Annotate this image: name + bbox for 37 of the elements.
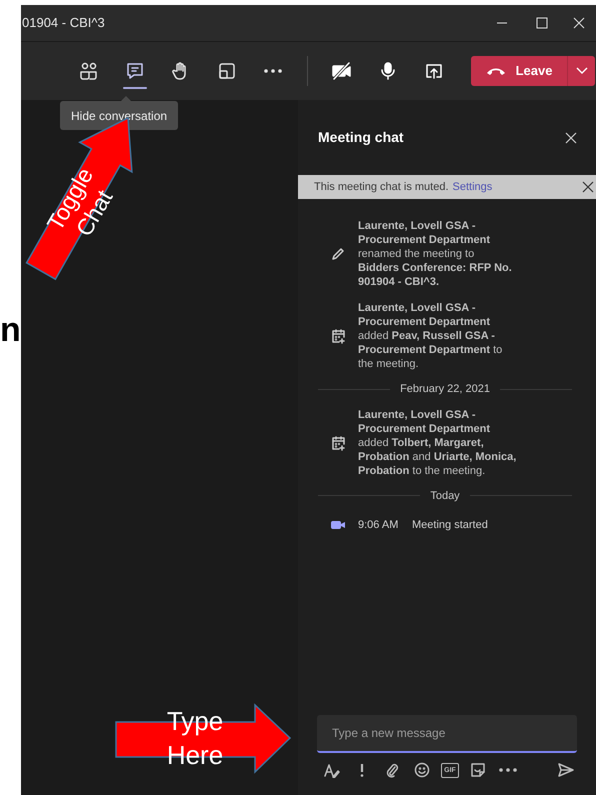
pencil-icon <box>330 246 346 262</box>
layout-icon <box>217 61 237 81</box>
format-icon <box>323 762 341 778</box>
more-icon <box>264 69 282 73</box>
close-banner-button[interactable] <box>582 181 594 193</box>
window-title: 01904 - CBI^3 <box>21 14 106 32</box>
event-message: Laurente, Lovell GSA - Procurement Department added Tolbert, Margaret, Probation and Uriarte, Monica, Probation to the meeting. <box>358 408 518 478</box>
chat-icon <box>125 61 145 81</box>
sticker-icon <box>470 762 486 778</box>
chevron-down-icon <box>576 67 588 75</box>
message-time: 9:06 AM <box>358 518 400 533</box>
calendar-icon <box>330 434 346 450</box>
exclamation-icon <box>359 762 366 778</box>
minimize-icon <box>496 22 508 24</box>
close-chat-button[interactable] <box>565 132 577 144</box>
close-icon <box>573 17 585 29</box>
banner-text: This meeting chat is muted. <box>314 180 449 195</box>
maximize-icon <box>536 17 548 29</box>
smiley-icon <box>414 762 430 778</box>
people-icon <box>79 61 99 81</box>
send-icon <box>556 762 575 778</box>
date-divider-label: February 22, 2021 <box>400 382 490 397</box>
camera-off-icon <box>331 61 353 81</box>
event-message: Laurente, Lovell GSA - Procurement Department added Peav, Russell GSA - Procurement Department to the meeting. <box>358 301 504 371</box>
text-fragment: n <box>0 313 21 347</box>
event-message: Meeting started <box>412 518 488 533</box>
more-icon <box>498 768 517 772</box>
settings-link[interactable]: Settings <box>452 178 582 196</box>
tooltip: Hide conversation <box>60 101 178 130</box>
paperclip-icon <box>385 762 400 778</box>
event-message: Laurente, Lovell GSA - Procurement Department renamed the meeting to Bidders Conference: RFP No. 901904 - CBI^3. <box>358 219 513 289</box>
message-input[interactable]: Type a new message <box>317 715 577 753</box>
more-options-button[interactable] <box>496 768 519 772</box>
date-divider-label: Today <box>430 488 460 504</box>
calendar-icon <box>330 328 346 344</box>
chat-title: Meeting chat <box>318 128 404 147</box>
phone-icon <box>486 66 506 76</box>
